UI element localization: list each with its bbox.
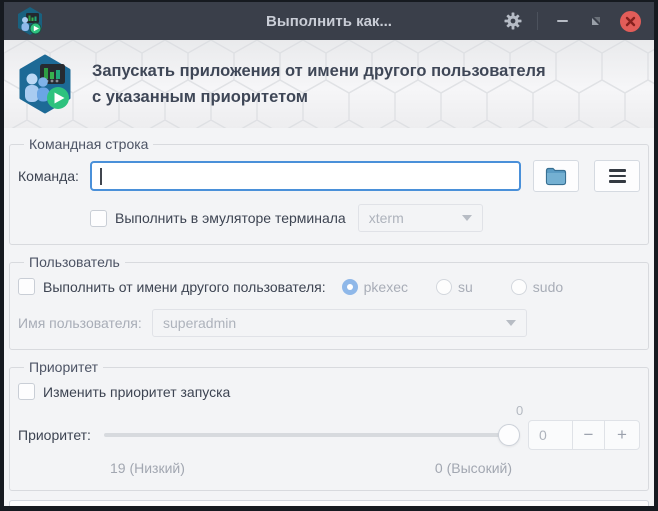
increment-button[interactable]: +	[605, 421, 639, 449]
priority-scale: 19 (Низкий) 0 (Высокий)	[18, 450, 640, 476]
run-as-user-checkbox[interactable]	[18, 278, 35, 295]
minimize-button[interactable]	[548, 8, 576, 34]
username-label: Имя пользователя:	[18, 315, 142, 331]
radio-sudo-label: sudo	[532, 278, 564, 295]
browse-file-button[interactable]	[533, 160, 579, 192]
slider-handle[interactable]	[498, 424, 520, 446]
app-icon	[18, 7, 42, 35]
titlebar-controls	[499, 8, 644, 34]
folder-icon	[545, 167, 567, 185]
priority-low-label: 19 (Низкий)	[110, 460, 185, 476]
username-select-value: superadmin	[163, 315, 237, 331]
priority-slider[interactable]	[104, 424, 520, 446]
chevron-down-icon	[461, 215, 472, 221]
user-section-legend: Пользователь	[29, 254, 120, 270]
close-button[interactable]	[616, 8, 644, 34]
gear-icon	[504, 12, 522, 30]
terminal-checkbox[interactable]	[90, 209, 107, 227]
chevron-down-icon	[506, 320, 516, 326]
command-input[interactable]	[90, 161, 521, 191]
command-label: Команда:	[18, 168, 79, 184]
run-button-label: Запустить	[304, 508, 374, 511]
priority-label: Приоритет:	[18, 427, 91, 443]
radio-su[interactable]	[436, 278, 452, 295]
terminal-select[interactable]: xterm	[357, 204, 483, 232]
radio-sudo[interactable]	[510, 278, 527, 295]
maximize-button[interactable]	[582, 8, 610, 34]
priority-section-legend: Приоритет	[29, 359, 99, 375]
app-logo-icon	[19, 54, 71, 114]
titlebar-separator	[537, 12, 538, 30]
priority-spinbox: 0 − +	[528, 420, 640, 450]
radio-su-label: su	[458, 278, 473, 295]
slider-track	[104, 433, 518, 437]
change-priority-checkbox[interactable]	[18, 383, 35, 400]
maximize-icon	[592, 17, 600, 25]
page-title: Запускать приложения от имени другого по…	[92, 58, 546, 110]
terminal-checkbox-label: Выполнить в эмуляторе терминала	[115, 210, 346, 226]
settings-button[interactable]	[499, 8, 527, 34]
radio-pkexec[interactable]	[341, 278, 358, 295]
run-button[interactable]: Запустить	[9, 500, 649, 511]
menu-icon	[608, 169, 626, 183]
page-title-line2: с указанным приоритетом	[92, 88, 309, 106]
main-content: Командная строка Команда: Выполнить в эм…	[4, 128, 654, 511]
priority-high-label: 0 (Высокий)	[434, 460, 512, 476]
page-title-line1: Запускать приложения от имени другого по…	[92, 62, 546, 80]
text-caret	[100, 167, 102, 185]
slider-value-row: 0	[18, 402, 640, 420]
terminal-select-value: xterm	[368, 210, 404, 226]
titlebar: Выполнить как...	[4, 2, 654, 40]
priority-spin-value[interactable]: 0	[529, 421, 573, 449]
command-section-legend: Командная строка	[29, 136, 149, 152]
close-icon	[619, 10, 641, 32]
command-menu-button[interactable]	[594, 160, 640, 192]
change-priority-checkbox-label: Изменить приоритет запуска	[43, 383, 231, 400]
username-select[interactable]: superadmin	[152, 309, 527, 337]
user-section: Пользователь Выполнить от имени другого …	[9, 254, 649, 350]
slider-value: 0	[516, 403, 524, 418]
decrement-button[interactable]: −	[573, 421, 605, 449]
priority-section: Приоритет Изменить приоритет запуска 0 П…	[9, 359, 649, 491]
command-section: Командная строка Команда: Выполнить в эм…	[9, 136, 649, 245]
header-banner: Запускать приложения от имени другого по…	[4, 40, 654, 128]
app-window: Выполнить как... Запускать приложения от…	[0, 0, 658, 511]
minimize-icon	[556, 20, 568, 22]
radio-pkexec-label: pkexec	[363, 278, 408, 295]
run-as-user-checkbox-label: Выполнить от имени другого пользователя:	[43, 278, 326, 295]
